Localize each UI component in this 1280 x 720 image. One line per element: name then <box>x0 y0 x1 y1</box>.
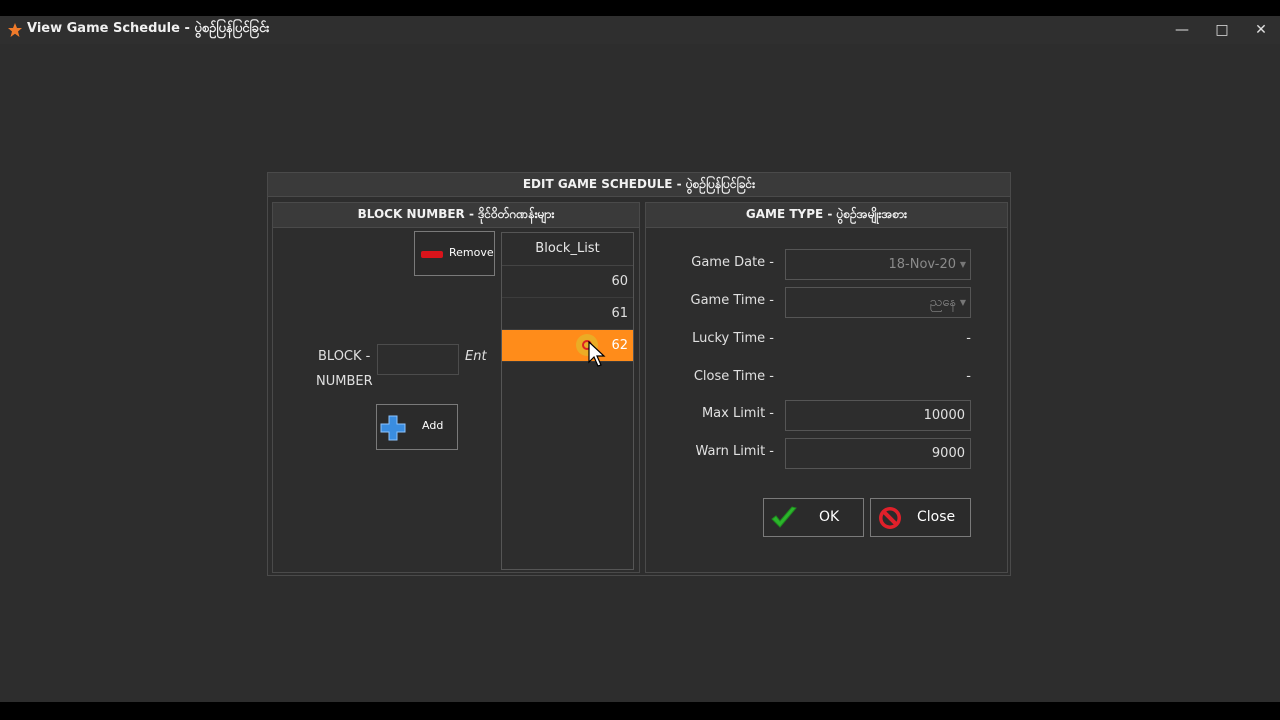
block-list-item-value: 62 <box>611 338 628 353</box>
warn-limit-label: Warn Limit - <box>695 444 774 459</box>
mouse-cursor-icon <box>588 341 606 367</box>
ok-button[interactable]: OK <box>763 498 864 537</box>
game-date-label: Game Date - <box>691 255 774 270</box>
max-limit-field[interactable]: 10000 <box>785 400 971 431</box>
max-limit-label: Max Limit - <box>701 406 774 421</box>
bottom-strip <box>0 702 1280 720</box>
remove-label: Remove <box>449 246 494 259</box>
dialog-title: EDIT GAME SCHEDULE - ပွဲစဉ်ပြန်ပြင်ခြင်း <box>268 173 1010 197</box>
minimize-button[interactable]: — <box>1162 16 1202 44</box>
game-date-value: 18-Nov-20 <box>888 257 957 272</box>
ok-label: OK <box>819 509 840 525</box>
block-number-input[interactable] <box>377 344 459 375</box>
add-label: Add <box>422 419 444 432</box>
minimize-icon: — <box>1175 22 1189 38</box>
block-list[interactable]: Block_List 60 61 62 <box>501 232 634 570</box>
game-time-label: Game Time - <box>690 293 774 308</box>
close-icon: ✕ <box>1255 22 1267 38</box>
chevron-down-icon: ▼ <box>959 298 966 307</box>
close-time-label: Close Time - <box>693 369 774 384</box>
window-titlebar: View Game Schedule - ပွဲစဉ်ပြန်ပြင်ခြင်း… <box>0 16 1280 44</box>
maximize-button[interactable]: □ <box>1202 16 1242 44</box>
edit-schedule-dialog: EDIT GAME SCHEDULE - ပွဲစဉ်ပြန်ပြင်ခြင်း… <box>267 172 1011 576</box>
block-panel-header: BLOCK NUMBER - ဒိုင်ဝိတ်ဂဏန်းများ <box>273 203 639 228</box>
window-close-button[interactable]: ✕ <box>1241 16 1280 44</box>
block-list-item[interactable]: 61 <box>502 298 633 330</box>
game-panel-header: GAME TYPE - ပွဲစဉ်အမျိုးအစား <box>646 203 1007 228</box>
block-list-item[interactable]: 60 <box>502 266 633 298</box>
warn-limit-field[interactable]: 9000 <box>785 438 971 469</box>
star-icon <box>8 23 22 37</box>
add-button[interactable]: Add <box>376 404 458 450</box>
game-time-select[interactable]: ညနေ ▼ <box>785 287 971 318</box>
plus-icon <box>380 415 406 441</box>
game-type-panel: GAME TYPE - ပွဲစဉ်အမျိုးအစား Game Date -… <box>645 202 1008 573</box>
maximize-icon: □ <box>1215 22 1229 38</box>
chevron-down-icon: ▼ <box>959 260 966 269</box>
window-title: View Game Schedule - ပွဲစဉ်ပြန်ပြင်ခြင်း <box>27 21 270 36</box>
close-button[interactable]: Close <box>870 498 971 537</box>
number-label: NUMBER <box>316 374 373 389</box>
block-number-panel: BLOCK NUMBER - ဒိုင်ဝိတ်ဂဏန်းများ Remove… <box>272 202 640 573</box>
top-strip <box>0 0 1280 16</box>
block-list-item-selected[interactable]: 62 <box>502 330 633 367</box>
minus-icon <box>421 251 443 258</box>
ent-label: Ent <box>465 349 487 364</box>
checkmark-icon <box>771 506 797 528</box>
lucky-time-value: - <box>966 331 971 346</box>
lucky-time-label: Lucky Time - <box>692 331 774 346</box>
block-list-header: Block_List <box>502 233 633 266</box>
close-label: Close <box>917 509 956 525</box>
remove-button[interactable]: Remove <box>414 231 495 276</box>
no-entry-icon <box>879 507 901 529</box>
close-time-value: - <box>966 369 971 384</box>
game-date-picker[interactable]: 18-Nov-20 ▼ <box>785 249 971 280</box>
block-label: BLOCK - <box>318 349 371 364</box>
game-time-value: ညနေ <box>929 295 956 310</box>
